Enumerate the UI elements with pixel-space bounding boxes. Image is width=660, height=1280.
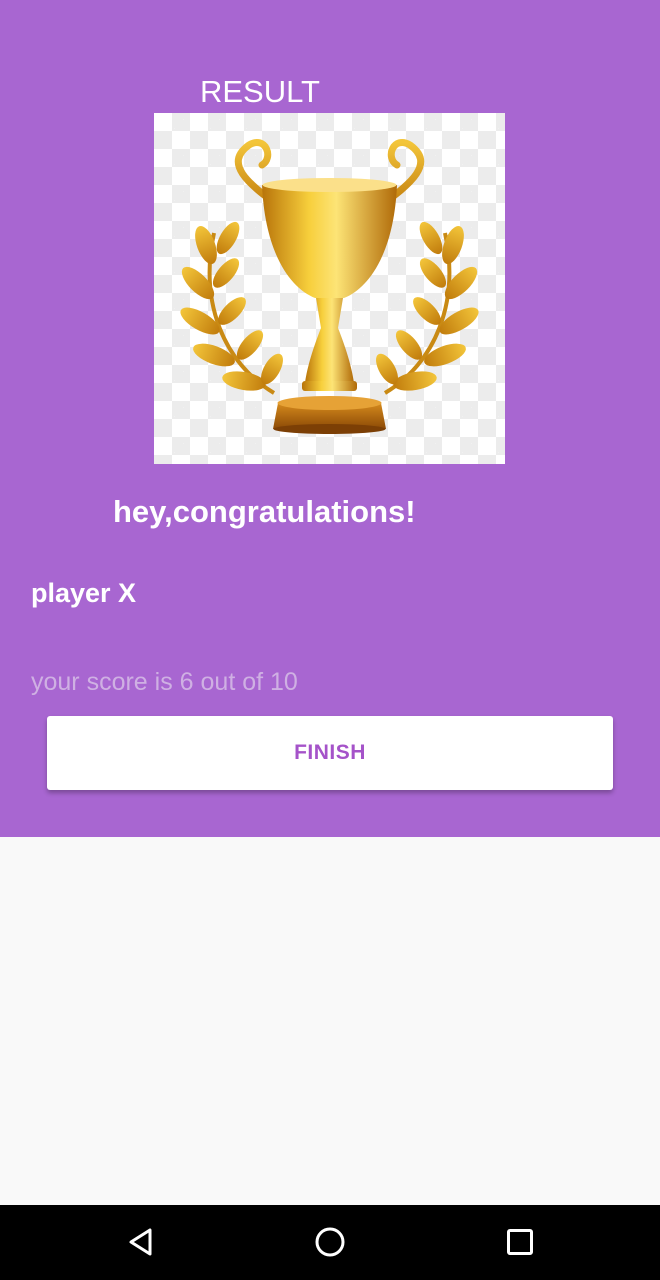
trophy-icon [180,139,479,434]
page-title: RESULT [199,74,320,109]
finish-button[interactable]: FINISH [47,716,613,790]
congratulations-text: hey,congratulations! [113,494,416,529]
home-icon[interactable] [305,1217,355,1267]
player-name: player X [31,578,137,608]
trophy-image [154,113,505,464]
system-navigation-bar [0,1205,660,1280]
recents-icon[interactable] [495,1217,545,1267]
score-text: your score is 6 out of 10 [31,668,298,696]
back-icon[interactable] [116,1217,166,1267]
result-screen: RESULT hey,congratulations! player X you… [0,0,660,1280]
result-panel: RESULT hey,congratulations! player X you… [0,0,660,837]
